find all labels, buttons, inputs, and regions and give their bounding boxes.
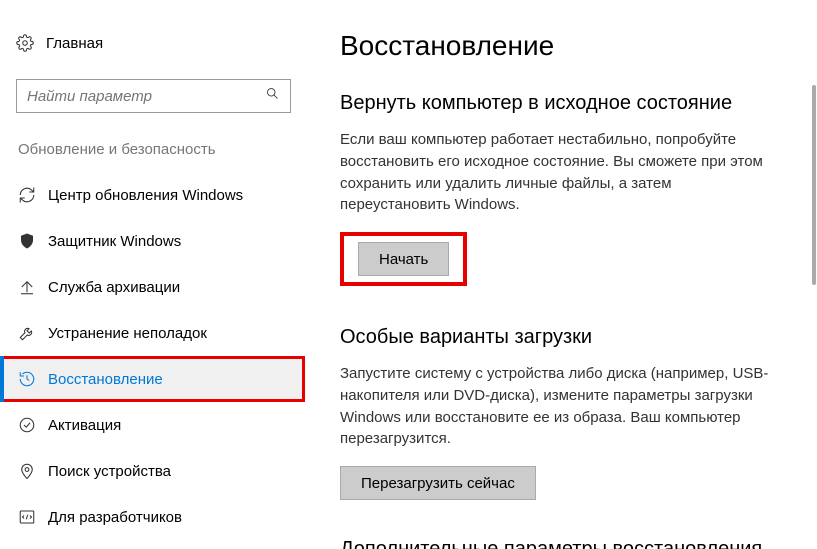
advanced-startup-text: Запустите систему с устройства либо диск… bbox=[340, 363, 782, 450]
sidebar-item-label: Активация bbox=[48, 417, 121, 434]
advanced-startup-heading: Особые варианты загрузки bbox=[340, 326, 782, 349]
sidebar-item-recovery[interactable]: Восстановление bbox=[0, 356, 305, 402]
reset-text: Если ваш компьютер работает нестабильно,… bbox=[340, 129, 782, 216]
reset-button[interactable]: Начать bbox=[358, 242, 449, 276]
reset-heading: Вернуть компьютер в исходное состояние bbox=[340, 92, 782, 115]
sidebar-item-activation[interactable]: Активация bbox=[0, 402, 305, 448]
nav-list: Центр обновления Windows Защитник Window… bbox=[0, 172, 305, 540]
shield-icon bbox=[18, 232, 48, 250]
location-search-icon bbox=[18, 462, 48, 480]
search-input[interactable] bbox=[27, 88, 265, 105]
sync-icon bbox=[18, 186, 48, 204]
sidebar-item-label: Для разработчиков bbox=[48, 509, 182, 526]
sidebar-item-label: Устранение неполадок bbox=[48, 325, 207, 342]
sidebar-item-label: Поиск устройства bbox=[48, 463, 171, 480]
gear-icon bbox=[16, 34, 46, 52]
more-recovery-heading: Дополнительные параметры восстановления bbox=[340, 538, 782, 549]
sidebar-item-label: Служба архивации bbox=[48, 279, 180, 296]
check-circle-icon bbox=[18, 416, 48, 434]
scrollbar[interactable] bbox=[812, 85, 816, 285]
history-icon bbox=[18, 370, 48, 388]
upload-icon bbox=[18, 278, 48, 296]
page-title: Восстановление bbox=[340, 30, 782, 62]
sidebar-item-find-device[interactable]: Поиск устройства bbox=[0, 448, 305, 494]
sidebar-item-windows-update[interactable]: Центр обновления Windows bbox=[0, 172, 305, 218]
sidebar-item-troubleshoot[interactable]: Устранение неполадок bbox=[0, 310, 305, 356]
sidebar-home[interactable]: Главная bbox=[16, 25, 305, 61]
main-content: Восстановление Вернуть компьютер в исход… bbox=[305, 0, 817, 549]
sidebar-item-label: Восстановление bbox=[48, 371, 163, 388]
sidebar: Главная Обновление и безопасность Центр … bbox=[0, 0, 305, 549]
search-box[interactable] bbox=[16, 79, 291, 113]
sidebar-home-label: Главная bbox=[46, 35, 103, 52]
sidebar-item-label: Центр обновления Windows bbox=[48, 187, 243, 204]
sidebar-item-developers[interactable]: Для разработчиков bbox=[0, 494, 305, 540]
sidebar-item-backup[interactable]: Служба архивации bbox=[0, 264, 305, 310]
code-icon bbox=[18, 508, 48, 526]
sidebar-item-label: Защитник Windows bbox=[48, 233, 181, 250]
restart-now-button[interactable]: Перезагрузить сейчас bbox=[340, 466, 536, 500]
sidebar-section-title: Обновление и безопасность bbox=[18, 141, 305, 158]
sidebar-item-defender[interactable]: Защитник Windows bbox=[0, 218, 305, 264]
reset-button-highlight: Начать bbox=[340, 232, 467, 286]
search-icon bbox=[265, 86, 280, 106]
wrench-icon bbox=[18, 324, 48, 342]
